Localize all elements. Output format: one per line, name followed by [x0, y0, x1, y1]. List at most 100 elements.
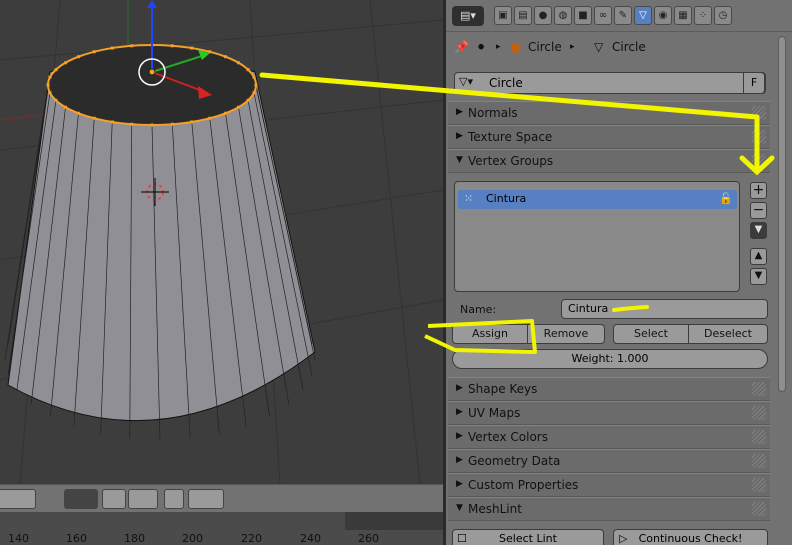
selected-vertex[interactable]	[236, 105, 240, 109]
select-button[interactable]: Select	[613, 324, 689, 344]
data-tab-icon[interactable]: ▽	[634, 6, 652, 25]
selected-vertex[interactable]	[110, 46, 114, 50]
selected-vertex[interactable]	[76, 111, 80, 115]
vertex-group-name-input[interactable]: Cintura	[561, 299, 768, 319]
selected-vertex[interactable]	[224, 55, 228, 59]
selected-vertex[interactable]	[252, 75, 256, 79]
panel-grip-icon[interactable]	[752, 454, 766, 468]
proportional-edit-icon[interactable]	[102, 489, 126, 509]
panel-uv-maps[interactable]: ▶ UV Maps	[448, 401, 770, 425]
vertex-group-name[interactable]: Cintura	[486, 192, 526, 205]
vertex-group-icon: ⁙	[464, 192, 474, 205]
mesh-name[interactable]: Circle	[489, 76, 523, 90]
particles-tab-icon[interactable]: ⁘	[694, 6, 712, 25]
selected-vertex[interactable]	[150, 123, 154, 127]
selected-vertex[interactable]	[92, 116, 96, 120]
selected-vertex[interactable]	[64, 105, 68, 109]
selected-vertex[interactable]	[46, 83, 50, 87]
mode-select-icon[interactable]	[0, 489, 36, 509]
selected-vertex[interactable]	[170, 44, 174, 48]
weight-slider[interactable]: Weight: 1.000	[452, 349, 768, 369]
unlock-icon[interactable]: 🔓	[719, 192, 733, 205]
remove-vertex-group-button[interactable]: −	[750, 202, 767, 219]
selected-vertex[interactable]	[130, 44, 134, 48]
object-tab-icon[interactable]: ■	[574, 6, 592, 25]
selected-vertex[interactable]	[170, 122, 174, 126]
select-lint-button[interactable]: ☐ Select Lint	[452, 529, 604, 545]
move-down-icon[interactable]: ▼	[750, 268, 767, 285]
modifiers-tab-icon[interactable]: ✎	[614, 6, 632, 25]
remove-button[interactable]: Remove	[527, 324, 605, 344]
physics-tab-icon[interactable]: ◷	[714, 6, 732, 25]
mesh-datablock-field[interactable]: ▽▾ Circle F	[454, 72, 766, 94]
selected-vertex[interactable]	[224, 111, 228, 115]
continuous-check-button[interactable]: ▷ Continuous Check!	[613, 529, 768, 545]
selected-vertex[interactable]	[254, 83, 258, 87]
selected-vertex[interactable]	[48, 75, 52, 79]
properties-scrollbar[interactable]	[778, 36, 786, 392]
expand-arrow-icon: ▶	[456, 431, 463, 441]
panel-meshlint[interactable]: ▼ MeshLint	[448, 497, 770, 521]
selected-vertex[interactable]	[54, 68, 58, 72]
panel-grip-icon[interactable]	[752, 154, 766, 168]
move-up-icon[interactable]: ▲	[750, 248, 767, 265]
snap-target-icon[interactable]	[164, 489, 184, 509]
material-tab-icon[interactable]: ◉	[654, 6, 672, 25]
selected-vertex[interactable]	[110, 120, 114, 124]
panel-grip-icon[interactable]	[752, 382, 766, 396]
panel-texture-space[interactable]: ▶ Texture Space	[448, 125, 770, 149]
selected-vertex[interactable]	[92, 50, 96, 54]
selected-vertex[interactable]	[190, 46, 194, 50]
panel-grip-icon[interactable]	[752, 430, 766, 444]
editor-type-icon[interactable]: ▤▾	[452, 6, 484, 26]
panel-shape-keys[interactable]: ▶ Shape Keys	[448, 377, 770, 401]
panel-vertex-colors[interactable]: ▶ Vertex Colors	[448, 425, 770, 449]
panel-normals[interactable]: ▶ Normals	[448, 101, 770, 125]
vertex-group-list[interactable]: ⁙ Cintura 🔓	[454, 181, 740, 292]
panel-geometry-data[interactable]: ▶ Geometry Data	[448, 449, 770, 473]
constraints-tab-icon[interactable]: ∞	[594, 6, 612, 25]
selected-vertex[interactable]	[252, 91, 256, 95]
panel-grip-icon[interactable]	[752, 130, 766, 144]
specials-menu-icon[interactable]: ▼	[750, 222, 767, 239]
chevron-right-icon: ▸	[570, 42, 575, 52]
mesh-datablock-icon[interactable]: ▽▾	[459, 75, 481, 91]
selected-vertex[interactable]	[208, 116, 212, 120]
selected-vertex[interactable]	[54, 98, 58, 102]
deselect-button[interactable]: Deselect	[688, 324, 768, 344]
breadcrumb-object: Circle	[528, 40, 562, 54]
vertex-group-item[interactable]: ⁙ Cintura 🔓	[458, 190, 737, 209]
texture-tab-icon[interactable]: ▦	[674, 6, 692, 25]
fake-user-button[interactable]: F	[743, 72, 765, 94]
selected-vertex[interactable]	[246, 98, 250, 102]
render-tab-icon[interactable]: ▣	[494, 6, 512, 25]
add-vertex-group-button[interactable]: +	[750, 182, 767, 199]
object-icon: ■	[510, 40, 522, 54]
timeline-label: 260	[358, 532, 379, 545]
selected-vertex[interactable]	[130, 122, 134, 126]
assign-button[interactable]: Assign	[452, 324, 528, 344]
panel-grip-icon[interactable]	[752, 478, 766, 492]
render-layers-tab-icon[interactable]: ▤	[514, 6, 532, 25]
selected-vertex[interactable]	[236, 61, 240, 65]
pivot-point-icon[interactable]	[64, 489, 98, 509]
render-icon[interactable]	[188, 489, 224, 509]
panel-grip-icon[interactable]	[752, 106, 766, 120]
world-tab-icon[interactable]: ◍	[554, 6, 572, 25]
panel-title: Geometry Data	[468, 454, 561, 468]
selected-vertex[interactable]	[76, 55, 80, 59]
pin-icon[interactable]: 📌	[454, 36, 469, 58]
selected-vertex[interactable]	[190, 120, 194, 124]
selected-vertex[interactable]	[48, 91, 52, 95]
panel-vertex-groups[interactable]: ▼ Vertex Groups	[448, 149, 770, 173]
snap-icon[interactable]	[128, 489, 158, 509]
scene-tab-icon[interactable]: ●	[534, 6, 552, 25]
panel-grip-icon[interactable]	[752, 502, 766, 516]
timeline[interactable]: 140 160 180 200 220 240 260	[0, 512, 443, 545]
panel-custom-properties[interactable]: ▶ Custom Properties	[448, 473, 770, 497]
selected-vertex[interactable]	[64, 61, 68, 65]
3d-viewport[interactable]: 140 160 180 200 220 240 260	[0, 0, 443, 545]
viewport-scene[interactable]	[0, 0, 443, 545]
panel-grip-icon[interactable]	[752, 406, 766, 420]
selected-vertex[interactable]	[246, 68, 250, 72]
